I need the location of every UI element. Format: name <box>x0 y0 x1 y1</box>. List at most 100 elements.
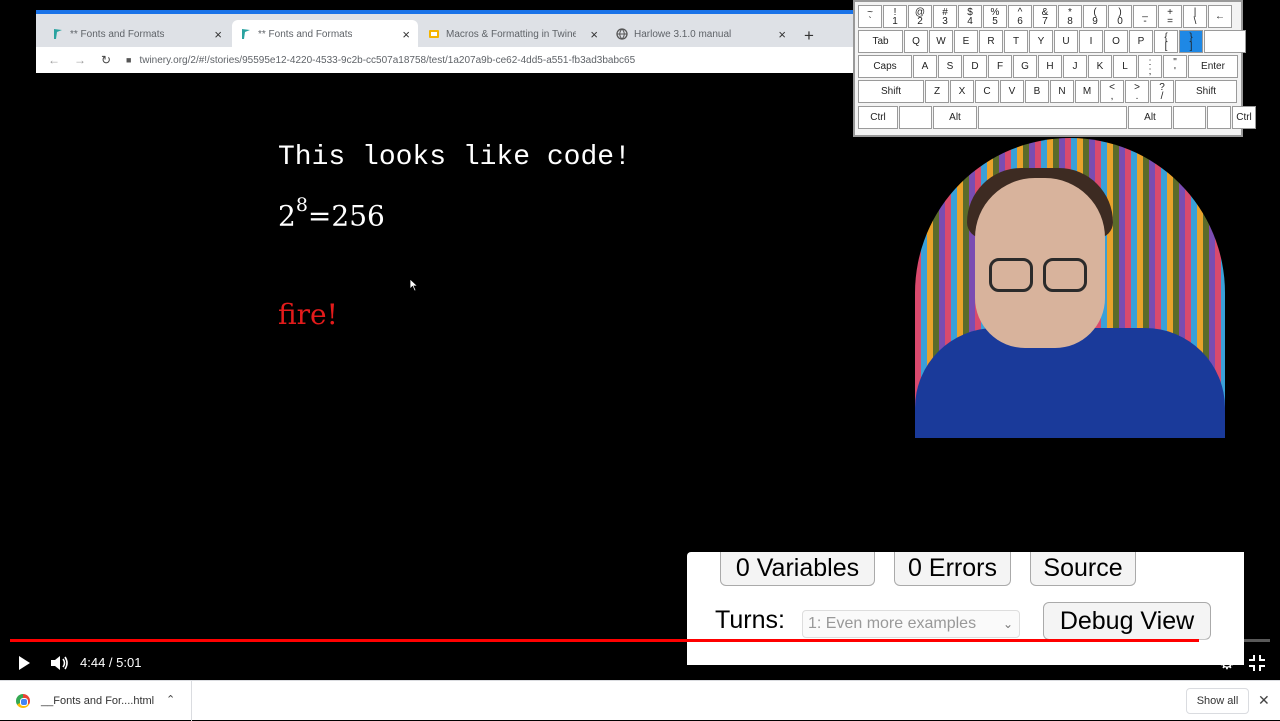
key--2[interactable]: @ 2 <box>908 5 932 28</box>
key-x[interactable]: X <box>950 80 974 103</box>
key-d[interactable]: D <box>963 55 987 78</box>
key--7[interactable]: & 7 <box>1033 5 1057 28</box>
tab-title: Harlowe 3.1.0 manual <box>634 28 732 40</box>
key-shift[interactable]: Shift <box>1175 80 1237 103</box>
tab-fonts-and-formats-1[interactable]: ** Fonts and Formats × <box>44 20 230 48</box>
key--0[interactable]: ) 0 <box>1108 5 1132 28</box>
show-all-button[interactable]: Show all <box>1186 688 1249 714</box>
key-o[interactable]: O <box>1104 30 1128 53</box>
key-b[interactable]: B <box>1025 80 1049 103</box>
key--[interactable]: ~ ` <box>858 5 882 28</box>
key-i[interactable]: I <box>1079 30 1103 53</box>
key-q[interactable]: Q <box>904 30 928 53</box>
progress-fill <box>10 639 1200 642</box>
source-button[interactable]: Source <box>1030 552 1136 586</box>
close-icon[interactable]: × <box>778 27 786 42</box>
tab-harlowe-manual[interactable]: Harlowe 3.1.0 manual × <box>608 20 794 48</box>
key--8[interactable]: * 8 <box>1058 5 1082 28</box>
key--[interactable]: ? / <box>1150 80 1174 103</box>
forward-icon[interactable]: → <box>72 53 88 67</box>
back-icon[interactable]: ← <box>46 53 62 67</box>
key--[interactable]: | \ <box>1183 5 1207 28</box>
key-alt[interactable]: Alt <box>1128 106 1172 129</box>
key--6[interactable]: ^ 6 <box>1008 5 1032 28</box>
key-k[interactable]: K <box>1088 55 1112 78</box>
key-blank[interactable] <box>1207 106 1231 129</box>
tab-macros-formatting[interactable]: Macros & Formatting in Twine 2 ... × <box>420 20 606 48</box>
key-caps[interactable]: Caps <box>858 55 912 78</box>
key--9[interactable]: ( 9 <box>1083 5 1107 28</box>
reload-icon[interactable]: ↻ <box>98 53 114 67</box>
key--[interactable]: _ - <box>1133 5 1157 28</box>
key--[interactable]: { [ <box>1154 30 1178 53</box>
chevron-up-icon[interactable]: ⌃ <box>166 693 175 706</box>
key--[interactable]: < , <box>1100 80 1124 103</box>
play-icon[interactable] <box>14 653 34 673</box>
inner-browser-window: ** Fonts and Formats × ** Fonts and Form… <box>36 10 856 73</box>
key--[interactable]: : ; <box>1138 55 1162 78</box>
key-s[interactable]: S <box>938 55 962 78</box>
tab-fonts-and-formats-2[interactable]: ** Fonts and Formats × <box>232 20 418 48</box>
key-v[interactable]: V <box>1000 80 1024 103</box>
presenter-webcam <box>915 138 1225 438</box>
key-f[interactable]: F <box>988 55 1012 78</box>
progress-bar[interactable] <box>10 639 1270 642</box>
key-h[interactable]: H <box>1038 55 1062 78</box>
key-n[interactable]: N <box>1050 80 1074 103</box>
key-backspace[interactable]: ← <box>1208 5 1232 28</box>
new-tab-button[interactable]: + <box>804 26 814 46</box>
math-result: =256 <box>307 199 385 233</box>
key--[interactable]: > . <box>1125 80 1149 103</box>
key-e[interactable]: E <box>954 30 978 53</box>
close-icon[interactable]: × <box>214 27 222 42</box>
key-blank[interactable] <box>1173 106 1206 129</box>
key-blank[interactable] <box>1204 30 1246 53</box>
key-z[interactable]: Z <box>925 80 949 103</box>
video-frame[interactable]: ** Fonts and Formats × ** Fonts and Form… <box>0 0 1280 680</box>
key-tab[interactable]: Tab <box>858 30 903 53</box>
key-blank[interactable] <box>978 106 1127 129</box>
key-shift[interactable]: Shift <box>858 80 924 103</box>
key-c[interactable]: C <box>975 80 999 103</box>
turns-select[interactable]: 1: Even more examples ⌄ <box>802 610 1020 638</box>
key--4[interactable]: $ 4 <box>958 5 982 28</box>
mouse-cursor-icon <box>409 278 419 292</box>
key--3[interactable]: # 3 <box>933 5 957 28</box>
debug-view-button[interactable]: Debug View <box>1043 602 1211 640</box>
key-blank[interactable] <box>899 106 932 129</box>
key-ctrl[interactable]: Ctrl <box>858 106 898 129</box>
url-text[interactable]: twinery.org/2/#!/stories/95595e12-4220-4… <box>139 55 635 66</box>
key-enter[interactable]: Enter <box>1188 55 1238 78</box>
key-t[interactable]: T <box>1004 30 1028 53</box>
download-bar: __Fonts and For....html ⌃ Show all ✕ <box>0 680 1280 721</box>
key-j[interactable]: J <box>1063 55 1087 78</box>
close-icon[interactable]: ✕ <box>1258 692 1270 709</box>
gear-icon[interactable]: ⚙ <box>1217 653 1237 673</box>
key-w[interactable]: W <box>929 30 953 53</box>
key-alt[interactable]: Alt <box>933 106 977 129</box>
errors-button[interactable]: 0 Errors <box>894 552 1011 586</box>
key-ctrl[interactable]: Ctrl <box>1232 106 1256 129</box>
key--[interactable]: " ' <box>1163 55 1187 78</box>
key-l[interactable]: L <box>1113 55 1137 78</box>
key-g[interactable]: G <box>1013 55 1037 78</box>
chevron-down-icon: ⌄ <box>1002 617 1013 631</box>
variables-button[interactable]: 0 Variables <box>720 552 875 586</box>
key--1[interactable]: ! 1 <box>883 5 907 28</box>
download-item[interactable]: __Fonts and For....html ⌃ <box>0 681 192 721</box>
close-icon[interactable]: × <box>402 27 410 42</box>
key--5[interactable]: % 5 <box>983 5 1007 28</box>
key-a[interactable]: A <box>913 55 937 78</box>
key-m[interactable]: M <box>1075 80 1099 103</box>
close-icon[interactable]: × <box>590 27 598 42</box>
key-y[interactable]: Y <box>1029 30 1053 53</box>
key--[interactable]: } ] <box>1179 30 1203 53</box>
globe-icon <box>616 28 628 40</box>
glasses-right <box>1043 258 1087 292</box>
key-r[interactable]: R <box>979 30 1003 53</box>
key-u[interactable]: U <box>1054 30 1078 53</box>
exit-fullscreen-icon[interactable] <box>1247 653 1267 673</box>
volume-icon[interactable] <box>48 652 70 674</box>
key--[interactable]: + = <box>1158 5 1182 28</box>
key-p[interactable]: P <box>1129 30 1153 53</box>
